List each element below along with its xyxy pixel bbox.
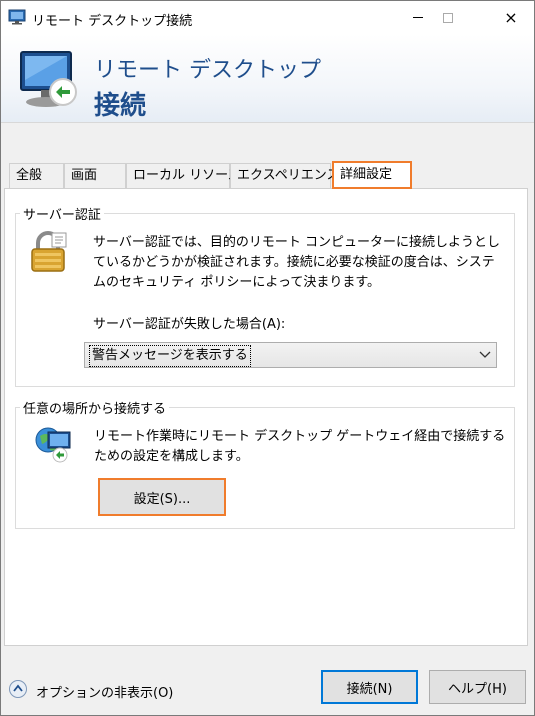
server-auth-group: サーバー認証 サーバー認証では、目的のリモート コンピューターに接続しようとして…: [15, 204, 515, 387]
collapse-options-icon[interactable]: [8, 679, 28, 699]
close-icon: ×: [504, 7, 518, 27]
title-bar[interactable]: リモート デスクトップ接続 ×: [1, 1, 534, 34]
help-button[interactable]: ヘルプ(H): [429, 670, 526, 704]
header-banner: リモート デスクトップ 接続: [1, 34, 534, 123]
server-auth-description: サーバー認証では、目的のリモート コンピューターに接続しようとしているかどうかが…: [93, 235, 501, 290]
gateway-group: 任意の場所から接続する リモート作業時にリモート デスクトップ ゲートウェイ経由…: [15, 398, 515, 529]
remote-desktop-icon: [20, 51, 77, 107]
banner-title-line1: リモート デスクトップ: [94, 58, 321, 83]
gateway-description: リモート作業時にリモート デスクトップ ゲートウェイ経由で接続するための設定を構…: [94, 429, 506, 464]
remote-desktop-icon: [8, 9, 26, 25]
window-title: リモート デスクトップ接続: [32, 14, 193, 29]
advanced-tab-panel: サーバー認証 サーバー認証では、目的のリモート コンピューターに接続しようとして…: [4, 188, 528, 646]
gateway-settings-button[interactable]: 設定(S)...: [98, 478, 226, 516]
tab-general[interactable]: 全般: [9, 163, 64, 188]
maximize-button[interactable]: [425, 1, 471, 34]
auth-failure-value: 警告メッセージを表示する: [89, 345, 251, 367]
chevron-down-icon: [479, 351, 491, 358]
maximize-icon: [443, 12, 453, 23]
lock-icon: [31, 231, 67, 272]
auth-failure-select[interactable]: 警告メッセージを表示する: [84, 342, 497, 368]
server-auth-title: サーバー認証: [20, 204, 104, 223]
close-button[interactable]: ×: [488, 1, 534, 34]
hide-options-toggle[interactable]: オプションの非表示(O): [36, 682, 173, 701]
minimize-icon: [413, 17, 423, 18]
gateway-title: 任意の場所から接続する: [20, 398, 170, 417]
auth-failure-label: サーバー認証が失敗した場合(A):: [93, 317, 286, 332]
tab-experience[interactable]: エクスペリエンス: [230, 163, 339, 188]
connect-button[interactable]: 接続(N): [321, 670, 418, 704]
tab-advanced[interactable]: 詳細設定: [332, 161, 412, 189]
banner-title-line2: 接続: [94, 91, 147, 121]
rdp-window: リモート デスクトップ接続 × リモート デスクトップ 接続 全般 画面 ローカ…: [0, 0, 535, 716]
globe-remote-desktop-icon: [35, 427, 71, 463]
tab-local-resources[interactable]: ローカル リソース: [126, 163, 240, 188]
tab-display[interactable]: 画面: [64, 163, 126, 188]
